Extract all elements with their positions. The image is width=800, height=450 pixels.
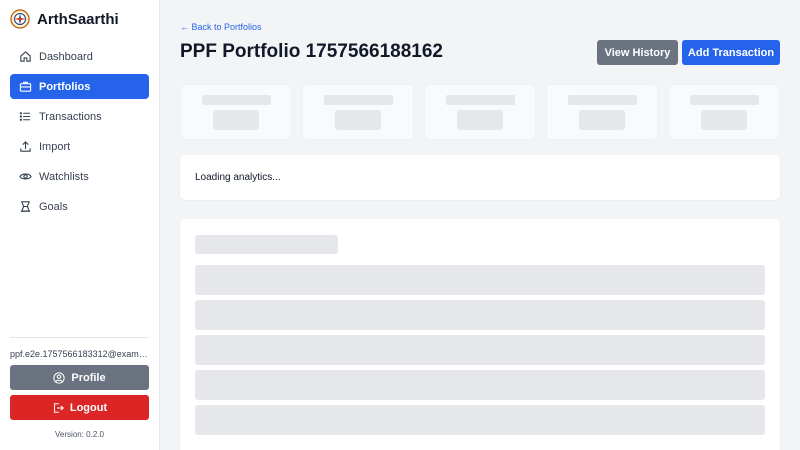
skeleton-row — [195, 335, 765, 365]
skeleton-row — [195, 370, 765, 400]
summary-card-skeleton — [180, 84, 292, 140]
sidebar-item-label: Goals — [39, 200, 68, 213]
sidebar-item-label: Import — [39, 140, 71, 153]
home-icon — [18, 50, 32, 64]
app-name: ArthSaarthi — [37, 10, 119, 28]
analytics-panel: Loading analytics... — [180, 155, 780, 200]
main-content: ← Back to Portfolios PPF Portfolio 17575… — [161, 0, 800, 450]
sidebar-item-goals[interactable]: Goals — [10, 194, 149, 219]
sidebar-footer: ppf.e2e.1757566183312@example.com Profil… — [10, 337, 152, 439]
skeleton-value — [213, 110, 259, 130]
skeleton-line — [202, 95, 271, 105]
skeleton-value — [579, 110, 625, 130]
analytics-loading-text: Loading analytics... — [195, 172, 281, 183]
summary-card-skeleton — [424, 84, 536, 140]
skeleton-value — [701, 110, 747, 130]
skeleton-line — [690, 95, 759, 105]
sidebar-item-import[interactable]: Import — [10, 134, 149, 159]
skeleton-line — [324, 95, 393, 105]
summary-card-skeleton — [302, 84, 414, 140]
upload-icon — [18, 140, 32, 154]
skeleton-row — [195, 265, 765, 295]
sidebar-item-label: Portfolios — [39, 80, 91, 93]
back-to-portfolios-link[interactable]: ← Back to Portfolios — [180, 22, 262, 32]
sidebar-item-dashboard[interactable]: Dashboard — [10, 44, 149, 69]
briefcase-icon — [18, 80, 32, 94]
skeleton-value — [457, 110, 503, 130]
skeleton-title — [195, 235, 338, 254]
eye-icon — [18, 170, 32, 184]
sidebar: ArthSaarthi Dashboard Portfolios Transac… — [0, 0, 160, 450]
user-circle-icon — [53, 371, 66, 384]
skeleton-row — [195, 405, 765, 435]
sidebar-item-label: Transactions — [39, 110, 102, 123]
sidebar-item-watchlists[interactable]: Watchlists — [10, 164, 149, 189]
summary-card-skeleton — [546, 84, 658, 140]
sidebar-item-label: Dashboard — [39, 50, 93, 63]
page-title: PPF Portfolio 1757566188162 — [180, 41, 443, 62]
skeleton-line — [446, 95, 515, 105]
skeleton-row — [195, 300, 765, 330]
logout-icon — [53, 402, 64, 413]
app-version: Version: 0.2.0 — [55, 430, 104, 439]
compass-logo-icon — [10, 9, 30, 29]
sidebar-item-portfolios[interactable]: Portfolios — [10, 74, 149, 99]
logout-label: Logout — [69, 401, 108, 414]
trophy-icon — [18, 200, 32, 214]
add-transaction-button[interactable]: Add Transaction — [682, 40, 780, 65]
profile-button[interactable]: Profile — [10, 365, 149, 390]
holdings-table-skeleton — [180, 219, 780, 450]
sidebar-item-transactions[interactable]: Transactions — [10, 104, 149, 129]
brand[interactable]: ArthSaarthi — [10, 9, 119, 29]
summary-cards-skeleton — [180, 84, 780, 140]
view-history-button[interactable]: View History — [597, 40, 678, 65]
summary-card-skeleton — [668, 84, 780, 140]
sidebar-nav: Dashboard Portfolios Transactions Import… — [10, 44, 149, 224]
logout-button[interactable]: Logout — [10, 395, 149, 420]
skeleton-value — [335, 110, 381, 130]
sidebar-item-label: Watchlists — [39, 170, 89, 183]
list-icon — [18, 110, 32, 124]
skeleton-line — [568, 95, 637, 105]
profile-label: Profile — [71, 371, 106, 384]
user-email: ppf.e2e.1757566183312@example.com — [10, 349, 152, 359]
